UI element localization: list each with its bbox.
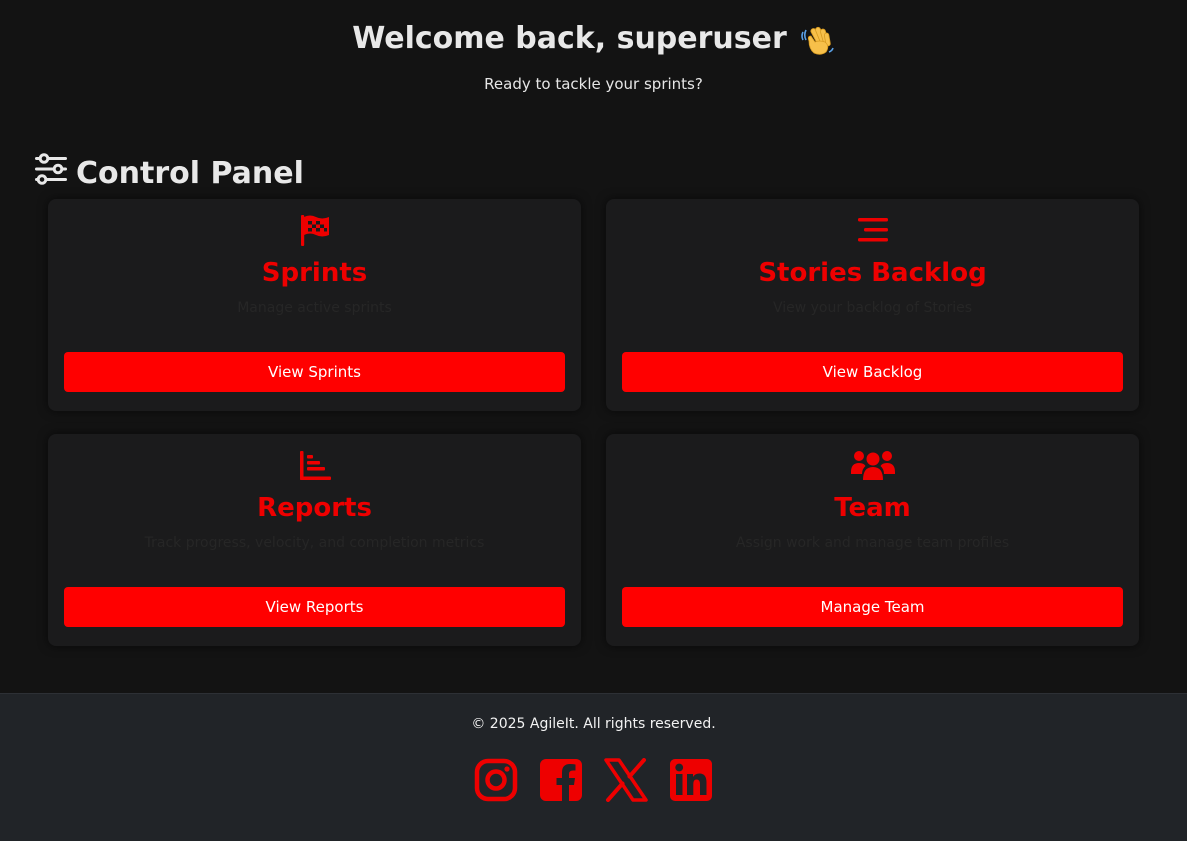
view-reports-button[interactable]: View Reports xyxy=(64,587,565,627)
users-icon xyxy=(606,448,1139,482)
waving-hand-icon xyxy=(799,22,835,56)
welcome-title: Welcome back, superuser xyxy=(352,21,787,56)
card-title: Stories Backlog xyxy=(758,258,987,288)
card-description: View your backlog of Stories xyxy=(772,300,973,316)
card-title: Team xyxy=(834,493,911,523)
team-card: Team Assign work and manage team profile… xyxy=(606,434,1139,646)
footer: © 2025 AgileIt. All rights reserved. xyxy=(0,693,1187,841)
dashboard-page: Welcome back, superuser Ready to tackle xyxy=(0,0,1187,841)
welcome-subtitle: Ready to tackle your sprints? xyxy=(484,75,703,93)
instagram-icon[interactable] xyxy=(474,758,518,802)
social-links xyxy=(0,758,1187,802)
card-title: Sprints xyxy=(261,258,368,288)
sprints-card: Sprints Manage active sprints View Sprin… xyxy=(48,199,581,411)
copyright-text: © 2025 AgileIt. All rights reserved. xyxy=(471,716,716,732)
sliders-icon xyxy=(34,153,68,193)
card-description: Assign work and manage team profiles xyxy=(735,535,1010,551)
reports-card: Reports Track progress, velocity, and co… xyxy=(48,434,581,646)
bar-chart-icon xyxy=(48,448,581,482)
list-lines-icon xyxy=(606,213,1139,247)
facebook-icon[interactable] xyxy=(539,758,583,802)
checkered-flag-icon xyxy=(48,213,581,247)
card-title: Reports xyxy=(257,493,372,523)
card-description: Track progress, velocity, and completion… xyxy=(144,535,485,551)
stories-backlog-card: Stories Backlog View your backlog of Sto… xyxy=(606,199,1139,411)
welcome-header: Welcome back, superuser Ready to tackle xyxy=(0,0,1187,93)
x-icon[interactable] xyxy=(604,758,648,802)
control-panel-title: Control Panel xyxy=(76,155,304,191)
view-backlog-button[interactable]: View Backlog xyxy=(622,352,1123,392)
linkedin-icon[interactable] xyxy=(669,758,713,802)
control-panel-heading: Control Panel xyxy=(34,153,304,193)
view-sprints-button[interactable]: View Sprints xyxy=(64,352,565,392)
manage-team-button[interactable]: Manage Team xyxy=(622,587,1123,627)
card-description: Manage active sprints xyxy=(237,300,392,316)
welcome-title-row: Welcome back, superuser xyxy=(0,20,1187,58)
